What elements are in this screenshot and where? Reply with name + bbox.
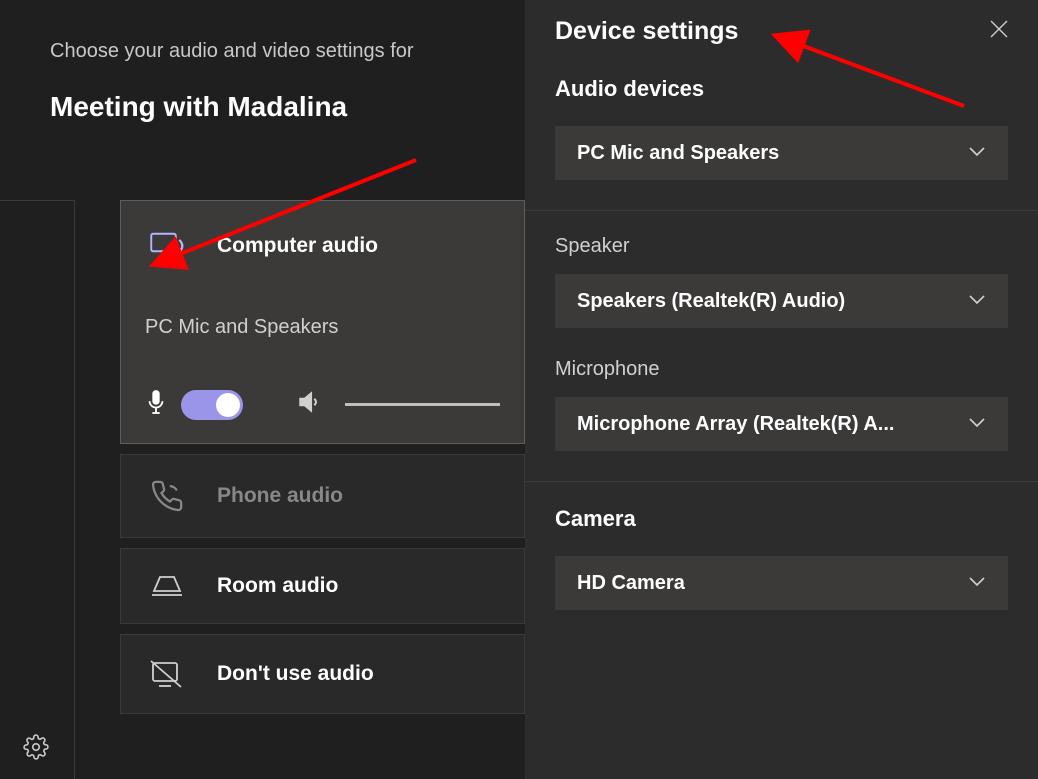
option-phone-audio[interactable]: Phone audio bbox=[120, 454, 525, 538]
divider bbox=[525, 481, 1038, 482]
section-label: Microphone bbox=[555, 358, 1008, 381]
toggle-knob bbox=[216, 393, 240, 417]
phone-icon bbox=[145, 479, 189, 513]
microphone-icon bbox=[145, 388, 167, 421]
selected-device-text: PC Mic and Speakers bbox=[145, 316, 500, 339]
section-camera: Camera HD Camera bbox=[525, 506, 1038, 640]
option-no-audio[interactable]: Don't use audio bbox=[120, 634, 525, 714]
chevron-down-icon bbox=[968, 415, 986, 433]
audio-options-list: Computer audio PC Mic and Speakers bbox=[120, 200, 525, 724]
dropdown-value: HD Camera bbox=[577, 572, 685, 595]
section-label: Speaker bbox=[555, 235, 1008, 258]
divider bbox=[145, 365, 500, 366]
speaker-dropdown[interactable]: Speakers (Realtek(R) Audio) bbox=[555, 274, 1008, 328]
section-speaker: Speaker Speakers (Realtek(R) Audio) bbox=[525, 235, 1038, 358]
audio-controls-row bbox=[145, 388, 500, 421]
join-header: Choose your audio and video settings for… bbox=[0, 0, 525, 123]
computer-audio-details: PC Mic and Speakers bbox=[121, 291, 524, 443]
option-label: Don't use audio bbox=[217, 662, 374, 686]
section-label: Audio devices bbox=[555, 76, 1008, 102]
join-subtitle: Choose your audio and video settings for bbox=[50, 40, 475, 63]
close-button[interactable] bbox=[982, 14, 1016, 48]
camera-dropdown[interactable]: HD Camera bbox=[555, 556, 1008, 610]
section-microphone: Microphone Microphone Array (Realtek(R) … bbox=[525, 358, 1038, 481]
monitor-speaker-icon bbox=[145, 225, 189, 267]
room-icon bbox=[145, 573, 189, 599]
dropdown-value: PC Mic and Speakers bbox=[577, 142, 779, 165]
chevron-down-icon bbox=[968, 574, 986, 592]
microphone-dropdown[interactable]: Microphone Array (Realtek(R) A... bbox=[555, 397, 1008, 451]
divider bbox=[525, 210, 1038, 211]
gear-icon bbox=[23, 734, 49, 765]
left-rail bbox=[0, 200, 75, 779]
option-header: Computer audio bbox=[121, 201, 524, 291]
settings-header: Device settings bbox=[525, 0, 1038, 76]
dropdown-value: Microphone Array (Realtek(R) A... bbox=[577, 413, 894, 436]
option-label: Phone audio bbox=[217, 484, 343, 508]
meeting-join-pane: Choose your audio and video settings for… bbox=[0, 0, 525, 779]
audio-device-dropdown[interactable]: PC Mic and Speakers bbox=[555, 126, 1008, 180]
option-label: Computer audio bbox=[217, 234, 378, 258]
close-icon bbox=[989, 19, 1009, 44]
section-label: Camera bbox=[555, 506, 1008, 532]
meeting-title: Meeting with Madalina bbox=[50, 91, 475, 123]
device-settings-panel: Device settings Audio devices PC Mic and… bbox=[525, 0, 1038, 779]
chevron-down-icon bbox=[968, 144, 986, 162]
volume-slider[interactable] bbox=[345, 403, 500, 406]
settings-title: Device settings bbox=[555, 17, 738, 46]
dropdown-value: Speakers (Realtek(R) Audio) bbox=[577, 290, 845, 313]
monitor-mute-icon bbox=[145, 659, 189, 689]
option-room-audio[interactable]: Room audio bbox=[120, 548, 525, 624]
chevron-down-icon bbox=[968, 292, 986, 310]
speaker-icon bbox=[297, 389, 323, 420]
option-computer-audio[interactable]: Computer audio PC Mic and Speakers bbox=[120, 200, 525, 444]
section-audio-devices: Audio devices PC Mic and Speakers bbox=[525, 76, 1038, 210]
settings-button[interactable] bbox=[18, 731, 54, 767]
mic-toggle[interactable] bbox=[181, 390, 243, 420]
option-label: Room audio bbox=[217, 574, 338, 598]
